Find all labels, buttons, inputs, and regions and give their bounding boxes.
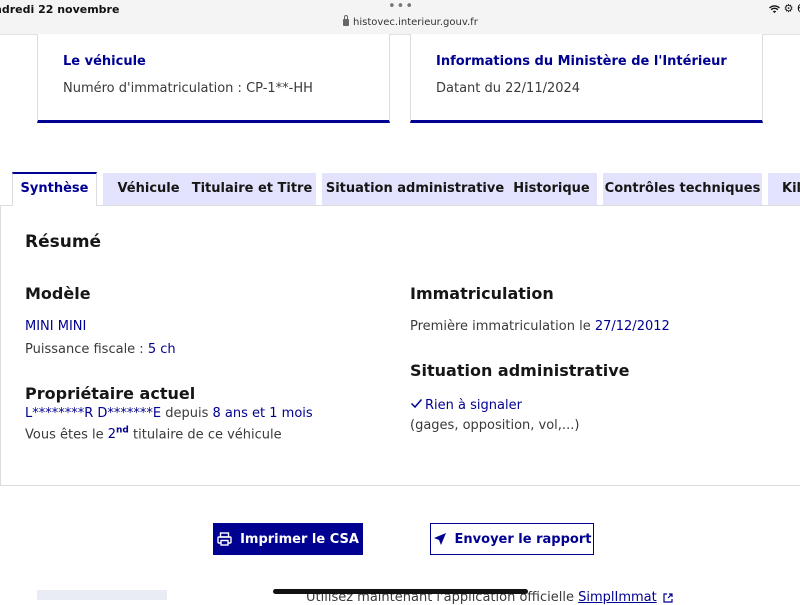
vehicle-card-title: Le véhicule (63, 54, 146, 69)
browser-status-bar: ndredi 22 novembre ••• histovec.interieu… (0, 0, 800, 35)
summary-heading: Résumé (25, 232, 102, 252)
tab-controles-techniques[interactable]: Contrôles techniques (603, 173, 762, 205)
owner-name: L********R D*******E (25, 406, 162, 421)
owner-rank-suffix: titulaire de ce véhicule (128, 427, 282, 443)
address-bar[interactable]: histovec.interieur.gouv.fr (343, 15, 478, 28)
owner-since-label: depuis (161, 406, 213, 421)
vehicle-card: Le véhicule Numéro d'immatriculation : C… (37, 34, 390, 123)
tab-synthese[interactable]: Synthèse (12, 172, 97, 206)
settings-icon: ⚙ (783, 2, 794, 15)
ministry-card: Informations du Ministère de l'Intérieur… (410, 34, 763, 123)
url-text: histovec.interieur.gouv.fr (353, 17, 478, 28)
admin-note: (gages, opposition, vol,...) (410, 418, 580, 433)
first-registration-date: 27/12/2012 (594, 319, 670, 334)
first-registration-label: Première immatriculation le (410, 319, 595, 334)
rank-sup: nd (116, 426, 129, 436)
send-report-button[interactable]: Envoyer le rapport (430, 523, 594, 555)
owner-duration: 8 ans et 1 mois (212, 406, 313, 421)
registration-heading: Immatriculation (410, 284, 554, 303)
home-indicator[interactable] (273, 589, 528, 594)
marianne-logo (37, 590, 167, 600)
tab-kilometrage[interactable]: Kilo (768, 173, 800, 205)
admin-heading: Situation administrative (410, 361, 630, 380)
tab-situation-administrative[interactable]: Situation administrative (322, 173, 508, 205)
external-link-icon (663, 592, 673, 603)
report-date: Datant du 22/11/2024 (436, 81, 581, 96)
owner-rank-number: 2nd (107, 426, 129, 443)
fiscal-power-label: Puissance fiscale : (25, 342, 148, 357)
ministry-card-title: Informations du Ministère de l'Intérieur (436, 54, 727, 69)
wifi-icon (769, 4, 781, 13)
more-dots-icon[interactable]: ••• (388, 0, 414, 14)
print-csa-button[interactable]: Imprimer le CSA (213, 523, 363, 555)
owner-rank: Vous êtes le 2nd titulaire de ce véhicul… (25, 426, 282, 442)
simplimmat-link[interactable]: SimplImmat (578, 590, 657, 605)
admin-status-text: Rien à signaler (425, 398, 522, 413)
send-icon (433, 533, 446, 545)
registration-number: Numéro d'immatriculation : CP-1**-HH (63, 81, 313, 96)
tab-vehicule[interactable]: Véhicule (103, 173, 194, 205)
first-registration: Première immatriculation le 27/12/2012 (410, 319, 670, 334)
owner-rank-prefix: Vous êtes le (25, 427, 108, 443)
model-heading: Modèle (25, 284, 91, 303)
fiscal-power-value: 5 ch (147, 342, 176, 357)
printer-icon (217, 532, 232, 546)
status-icons: ⚙ 6 (769, 2, 800, 15)
tab-titulaire[interactable]: Titulaire et Titre (188, 173, 316, 205)
rank-number: 2 (107, 427, 117, 443)
owner-heading: Propriétaire actuel (25, 384, 196, 403)
tab-historique[interactable]: Historique (506, 173, 597, 205)
model-name: MINI MINI (25, 319, 87, 334)
owner-line: L********R D*******E depuis 8 ans et 1 m… (25, 406, 313, 421)
send-report-label: Envoyer le rapport (454, 531, 592, 547)
status-date: ndredi 22 novembre (0, 3, 120, 16)
admin-status: Rien à signaler (410, 398, 522, 413)
fiscal-power: Puissance fiscale : 5 ch (25, 342, 176, 357)
check-icon (410, 399, 423, 409)
print-csa-label: Imprimer le CSA (240, 531, 359, 547)
lock-icon (343, 15, 349, 26)
